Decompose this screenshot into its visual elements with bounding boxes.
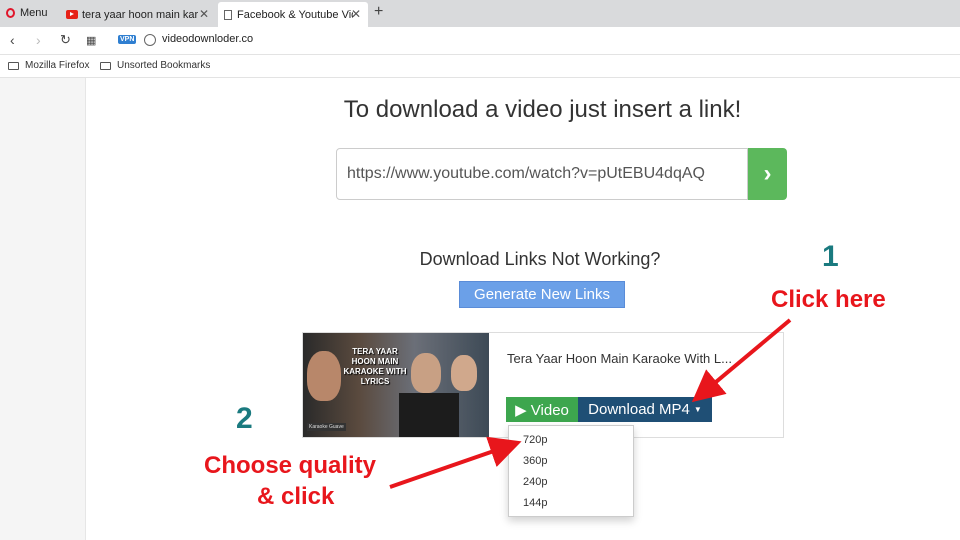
step-1-number: 1 bbox=[822, 240, 839, 273]
step-2-text-line1: Choose quality bbox=[204, 452, 377, 479]
step-2-number: 2 bbox=[236, 402, 253, 435]
arrow-to-720p bbox=[389, 436, 522, 489]
step-1-text: Click here bbox=[771, 286, 886, 313]
annotation-arrows bbox=[389, 318, 792, 489]
arrow-to-download bbox=[691, 318, 792, 403]
step-2-text-line2: & click bbox=[257, 483, 335, 510]
